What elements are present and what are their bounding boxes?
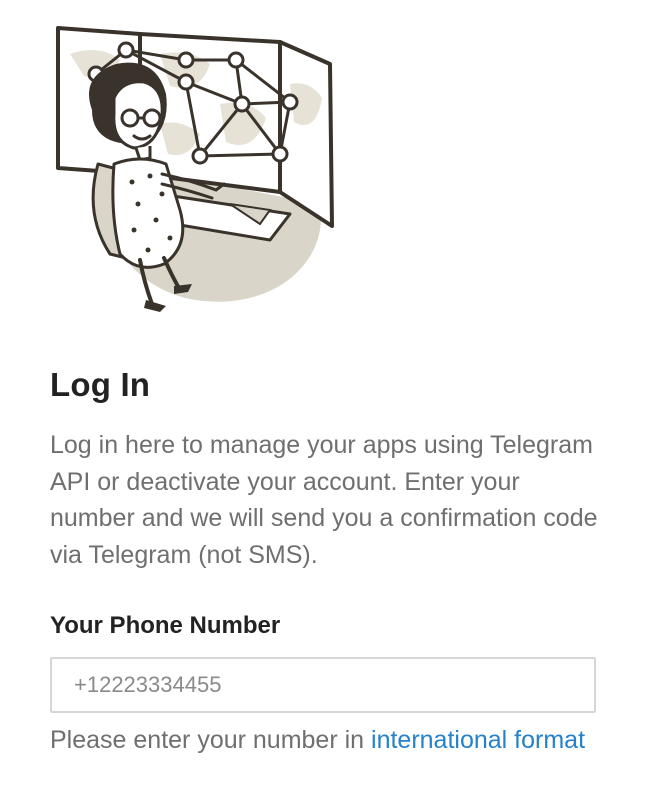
phone-format-hint-text: Please enter your number in [50,726,372,754]
phone-number-label: Your Phone Number [50,612,281,639]
page-title: Log In [50,366,151,403]
phone-number-input[interactable] [50,657,596,713]
international-format-link[interactable]: international format [371,726,585,754]
developer-at-map-illustration-icon [56,26,334,312]
phone-format-hint: Please enter your number in internationa… [50,722,610,758]
login-description: Log in here to manage your apps using Te… [50,431,598,569]
login-illustration [40,14,350,314]
